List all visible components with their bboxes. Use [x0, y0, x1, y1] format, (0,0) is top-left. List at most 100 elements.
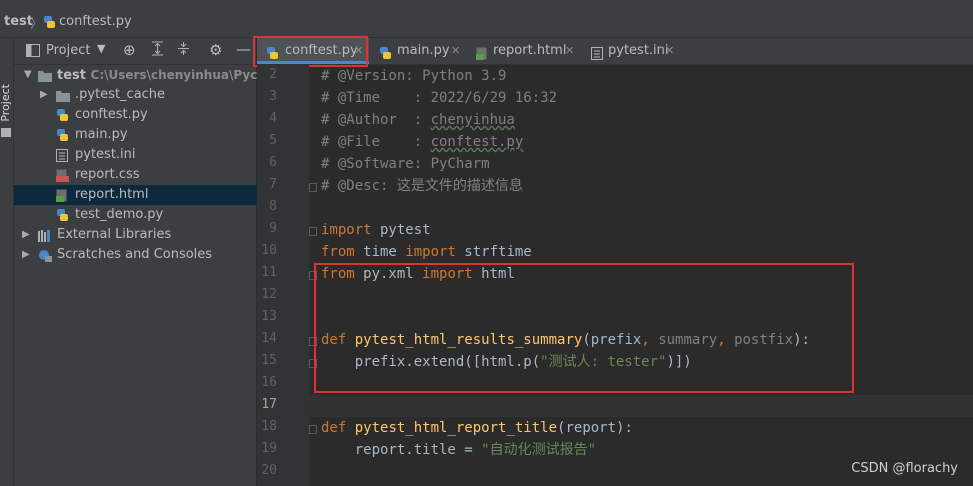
breadcrumb-separator-icon: 〉	[30, 17, 44, 32]
line-number: 6	[269, 155, 277, 170]
line-number: 4	[269, 111, 277, 126]
chevron-down-icon[interactable]: ▼	[24, 65, 32, 85]
line-number: 15	[261, 353, 277, 368]
tab-main[interactable]: main.py ✕	[371, 38, 467, 64]
code-line-5: # @File : conftest.py	[321, 131, 523, 153]
line-number: 19	[261, 441, 277, 456]
highlight-box-tab	[253, 36, 368, 67]
line-number: 7	[269, 177, 277, 192]
comment: # @File :	[321, 134, 431, 150]
chevron-right-icon[interactable]: ▶	[22, 245, 30, 265]
tree-item-report-html[interactable]: report.html	[14, 185, 257, 205]
fold-marker-icon[interactable]	[309, 183, 317, 192]
code-line-10: from time import strftime	[321, 241, 532, 263]
code-line-18: def pytest_html_report_title(report):	[321, 417, 633, 439]
tree-item-label: pytest.ini	[75, 147, 136, 162]
code-line-3: # @Time : 2022/6/29 16:32	[321, 87, 557, 109]
current-line-highlight	[309, 395, 973, 417]
keyword: def	[321, 420, 347, 436]
code-line-7: # @Desc: 这是文件的描述信息	[321, 175, 523, 197]
chevron-right-icon[interactable]: ▶	[22, 225, 30, 245]
tab-label: pytest.ini	[608, 43, 669, 58]
expand-all-icon[interactable]	[151, 41, 164, 60]
line-number: 14	[261, 331, 277, 346]
highlight-box-code	[314, 263, 854, 393]
comment-file: conftest.py	[430, 134, 524, 150]
gear-icon[interactable]: ⚙	[209, 41, 222, 59]
code-line-9: import pytest	[321, 219, 431, 241]
tree-item-external-libraries[interactable]: ▶ External Libraries	[14, 225, 257, 245]
tree-item-label: conftest.py	[75, 107, 148, 122]
tree-item-label: test	[57, 68, 86, 83]
comment: # @Author :	[321, 112, 431, 128]
code-line-2: # @Version: Python 3.9	[321, 65, 506, 87]
keyword: import	[321, 222, 372, 238]
breadcrumb-file[interactable]: conftest.py	[59, 14, 132, 29]
minimize-icon[interactable]: —	[236, 40, 251, 58]
folder-icon	[1, 128, 11, 137]
tree-item-pytest-cache[interactable]: ▶ .pytest_cache	[14, 85, 257, 105]
line-number: 10	[261, 243, 277, 258]
fold-marker-icon[interactable]	[309, 227, 317, 236]
identifier: strftime	[455, 244, 532, 260]
tab-pytest-ini[interactable]: pytest.ini ✕	[583, 38, 679, 64]
left-tool-strip: Project	[0, 38, 14, 486]
identifier: pytest	[371, 222, 431, 238]
close-icon[interactable]: ✕	[665, 38, 674, 64]
code-line-6: # @Software: PyCharm	[321, 153, 490, 175]
line-number: 18	[261, 419, 277, 434]
line-number: 12	[261, 287, 277, 302]
tree-item-label: .pytest_cache	[75, 87, 166, 102]
comment: # @Version: Python 3.9	[321, 68, 507, 84]
tab-label: main.py	[397, 43, 450, 58]
project-panel: Project ▼ ⊕ ⚙ — ▼ test C:\Users\chenyinh…	[14, 38, 292, 486]
tree-item-pytest-ini[interactable]: pytest.ini	[14, 145, 257, 165]
tab-report-html[interactable]: report.html ✕	[469, 38, 581, 64]
comment: # @Time : 2022/6/29 16:32	[321, 90, 558, 106]
tree-item-report-css[interactable]: report.css	[14, 165, 257, 185]
line-number: 16	[261, 375, 277, 390]
line-number: 2	[269, 67, 277, 82]
chevron-right-icon[interactable]: ▶	[40, 85, 48, 105]
collapse-all-icon[interactable]	[177, 41, 190, 60]
line-number: 9	[269, 221, 277, 236]
line-number: 20	[261, 463, 277, 478]
tree-item-label: report.css	[75, 167, 140, 182]
tree-item-label: main.py	[75, 127, 128, 142]
tree-item-label: test_demo.py	[75, 207, 164, 222]
identifier: time	[354, 244, 406, 260]
tree-item-project-root[interactable]: ▼ test C:\Users\chenyinhua\Pycharm	[14, 65, 292, 85]
fold-marker-icon[interactable]	[309, 425, 317, 434]
chevron-down-icon[interactable]: ▼	[97, 42, 105, 55]
tree-item-scratches[interactable]: ▶ Scratches and Consoles	[14, 245, 257, 265]
close-icon[interactable]: ✕	[565, 38, 574, 64]
breadcrumb: test 〉 conftest.py	[0, 0, 973, 38]
python-file-icon	[43, 14, 56, 33]
line-number: 11	[261, 265, 277, 280]
line-number: 8	[269, 199, 277, 214]
line-number: 5	[269, 133, 277, 148]
identifier: report.title =	[321, 442, 482, 458]
tree-item-test-demo[interactable]: test_demo.py	[14, 205, 257, 225]
tab-label: report.html	[493, 43, 567, 58]
comment: # @Software: PyCharm	[321, 156, 490, 172]
tree-item-main[interactable]: main.py	[14, 125, 257, 145]
tree-item-label: report.html	[75, 187, 149, 202]
locate-icon[interactable]: ⊕	[123, 41, 136, 59]
identifier: (report):	[557, 420, 633, 436]
comment-author: chenyinhua	[430, 112, 515, 128]
editor-gutter: 2 3 4 5 6 7 8 9 10 11 12 13 14 15 16 17 …	[257, 65, 309, 486]
scratches-icon	[38, 249, 52, 269]
project-view-icon	[26, 44, 40, 61]
watermark: CSDN @florachy	[851, 461, 958, 476]
line-number: 13	[261, 309, 277, 324]
project-tool-window-button[interactable]: Project	[0, 84, 12, 122]
keyword: import	[405, 244, 456, 260]
code-line-19: report.title = "自动化测试报告"	[321, 439, 596, 461]
close-icon[interactable]: ✕	[451, 38, 460, 64]
string-literal: "自动化测试报告"	[481, 442, 597, 458]
tree-item-conftest[interactable]: conftest.py	[14, 105, 257, 125]
project-view-selector[interactable]: Project	[46, 43, 90, 58]
breadcrumb-project[interactable]: test	[4, 14, 33, 29]
code-line-4: # @Author : chenyinhua	[321, 109, 515, 131]
